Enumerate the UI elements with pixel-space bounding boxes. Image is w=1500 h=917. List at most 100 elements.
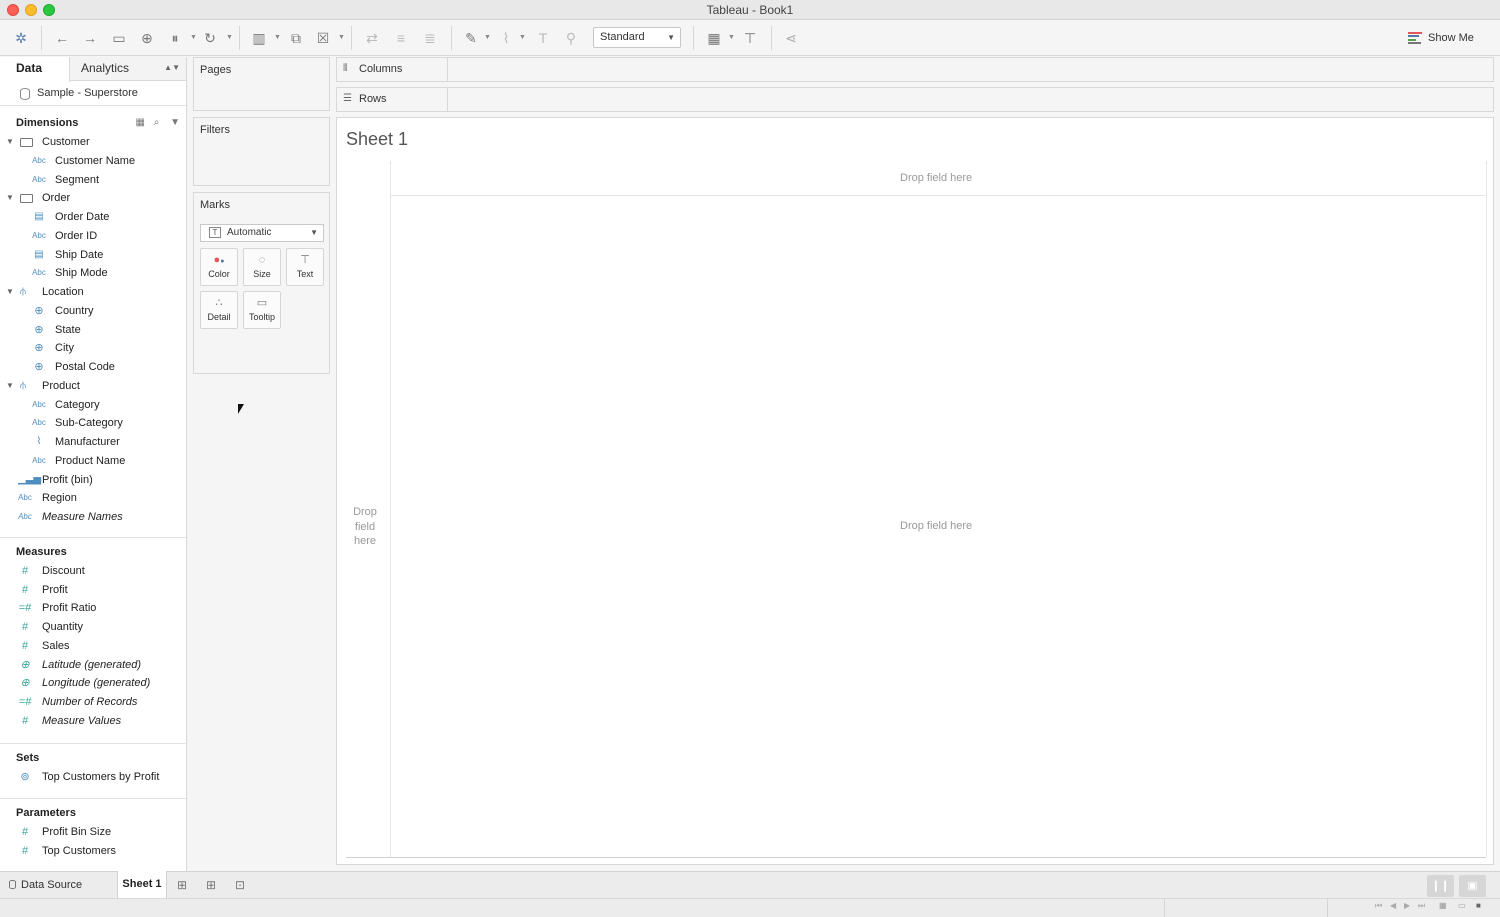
- swap-rows-columns-icon[interactable]: ⇄: [362, 28, 382, 48]
- next-sheet-icon[interactable]: ▶: [1404, 901, 1410, 910]
- presentation-mode-icon[interactable]: ⊤: [740, 28, 760, 48]
- menu-dropdown-icon[interactable]: ▼: [170, 117, 180, 128]
- close-window-button[interactable]: [7, 4, 19, 16]
- field-discount[interactable]: # Discount: [0, 562, 186, 581]
- hierarchy-product[interactable]: ▼ ⫛ Product: [0, 377, 186, 396]
- show-sheet-sorter-icon[interactable]: ▣: [1459, 875, 1486, 897]
- chevron-down-icon[interactable]: ▼: [6, 377, 14, 396]
- first-sheet-icon[interactable]: ⏮: [1375, 901, 1382, 911]
- field-profit-bin-size[interactable]: # Profit Bin Size: [0, 823, 186, 842]
- field-region[interactable]: Abc Region: [0, 489, 186, 508]
- chevron-down-icon[interactable]: ▼: [6, 133, 14, 152]
- highlight-dropdown-icon[interactable]: ▼: [484, 34, 491, 41]
- undo-icon[interactable]: ←: [52, 28, 72, 48]
- show-me-button[interactable]: Show Me: [1408, 29, 1474, 47]
- redo-icon[interactable]: →: [80, 28, 100, 48]
- folder-order[interactable]: ▼ Order: [0, 189, 186, 208]
- filters-shelf[interactable]: Filters: [193, 117, 330, 186]
- field-profit-bin[interactable]: ▁▃▅ Profit (bin): [0, 471, 186, 490]
- highlight-icon[interactable]: ✎: [461, 28, 481, 48]
- detail-button[interactable]: ∴ Detail: [200, 291, 238, 329]
- show-sheet-sorter-small-icon[interactable]: ■: [1476, 901, 1481, 910]
- sort-descending-icon[interactable]: ≣: [420, 28, 440, 48]
- show-filmstrip-icon[interactable]: ❙❙: [1427, 875, 1454, 897]
- search-icon[interactable]: ⌕: [154, 117, 160, 128]
- drop-zone-view[interactable]: Drop field here: [900, 520, 972, 532]
- drop-zone-columns[interactable]: Drop field here: [900, 172, 972, 184]
- mark-type-select[interactable]: T Automatic ▼: [200, 224, 324, 242]
- fit-select[interactable]: Standard ▼: [593, 27, 681, 48]
- field-category[interactable]: Abc Category: [0, 396, 186, 415]
- hierarchy-location[interactable]: ▼ ⫛ Location: [0, 283, 186, 302]
- show-filmstrip-small-icon[interactable]: ▭: [1458, 901, 1466, 910]
- share-icon[interactable]: ⋖: [781, 28, 801, 48]
- field-measure-values[interactable]: # Measure Values: [0, 712, 186, 731]
- group-members-icon[interactable]: ⌇: [496, 28, 516, 48]
- field-segment[interactable]: Abc Segment: [0, 171, 186, 190]
- field-profit-ratio[interactable]: =# Profit Ratio: [0, 599, 186, 618]
- field-number-of-records[interactable]: =# Number of Records: [0, 693, 186, 712]
- folder-customer[interactable]: ▼ Customer: [0, 133, 186, 152]
- pages-shelf[interactable]: Pages: [193, 57, 330, 111]
- chevron-down-icon[interactable]: ▼: [6, 283, 14, 302]
- field-ship-mode[interactable]: Abc Ship Mode: [0, 264, 186, 283]
- field-top-customers[interactable]: # Top Customers: [0, 842, 186, 861]
- clear-sheet-dropdown-icon[interactable]: ▼: [338, 34, 345, 41]
- new-story-tab-icon[interactable]: ⊡: [232, 877, 248, 893]
- field-ship-date[interactable]: ▤ Ship Date: [0, 246, 186, 265]
- field-order-date[interactable]: ▤ Order Date: [0, 208, 186, 227]
- new-worksheet-icon[interactable]: ▥: [249, 28, 269, 48]
- columns-shelf[interactable]: ⦀ Columns: [336, 57, 1494, 82]
- field-sales[interactable]: # Sales: [0, 637, 186, 656]
- tab-sheet-1[interactable]: Sheet 1: [117, 871, 167, 898]
- field-country[interactable]: ⊕ Country: [0, 302, 186, 321]
- group-dropdown-icon[interactable]: ▼: [519, 34, 526, 41]
- field-latitude-generated[interactable]: ⊕ Latitude (generated): [0, 656, 186, 675]
- sheet-title[interactable]: Sheet 1: [346, 129, 408, 150]
- zoom-window-button[interactable]: [43, 4, 55, 16]
- field-measure-names[interactable]: Abc Measure Names: [0, 508, 186, 527]
- color-button[interactable]: ●● Color: [200, 248, 238, 286]
- field-longitude-generated[interactable]: ⊕ Longitude (generated): [0, 674, 186, 693]
- field-top-customers-by-profit[interactable]: ⊚ Top Customers by Profit: [0, 768, 186, 787]
- minimize-window-button[interactable]: [25, 4, 37, 16]
- size-button[interactable]: ◌ Size: [243, 248, 281, 286]
- field-profit[interactable]: # Profit: [0, 581, 186, 600]
- text-button[interactable]: ⊤ Text: [286, 248, 324, 286]
- new-worksheet-dropdown-icon[interactable]: ▼: [274, 34, 281, 41]
- pause-updates-dropdown-icon[interactable]: ▼: [190, 34, 197, 41]
- field-order-id[interactable]: Abc Order ID: [0, 227, 186, 246]
- field-state[interactable]: ⊕ State: [0, 321, 186, 340]
- field-city[interactable]: ⊕ City: [0, 339, 186, 358]
- refresh-dropdown-icon[interactable]: ▼: [226, 34, 233, 41]
- field-manufacturer[interactable]: ⌇ Manufacturer: [0, 433, 186, 452]
- view-as-list-icon[interactable]: ▦: [135, 117, 144, 128]
- previous-sheet-icon[interactable]: ◀: [1390, 901, 1396, 910]
- field-product-name[interactable]: Abc Product Name: [0, 452, 186, 471]
- new-worksheet-tab-icon[interactable]: ⊞: [174, 877, 190, 893]
- drop-zone-rows[interactable]: Drop field here: [347, 505, 383, 549]
- duplicate-sheet-icon[interactable]: ⧉: [286, 28, 306, 48]
- data-source-item[interactable]: Sample - Superstore: [0, 81, 186, 106]
- tooltip-button[interactable]: ▭ Tooltip: [243, 291, 281, 329]
- chevron-down-icon[interactable]: ▼: [6, 189, 14, 208]
- data-source-tab[interactable]: Data Source: [0, 872, 117, 898]
- new-dashboard-tab-icon[interactable]: ⊞: [203, 877, 219, 893]
- show-cards-dropdown-icon[interactable]: ▼: [728, 34, 735, 41]
- field-customer-name[interactable]: Abc Customer Name: [0, 152, 186, 171]
- tab-analytics[interactable]: Analytics ▲▼: [70, 57, 186, 81]
- last-sheet-icon[interactable]: ⏭: [1418, 901, 1425, 911]
- save-icon[interactable]: ▭: [109, 28, 129, 48]
- refresh-icon[interactable]: ↻: [200, 28, 220, 48]
- tableau-logo-icon[interactable]: ✲: [11, 28, 31, 48]
- tab-data[interactable]: Data: [0, 57, 70, 82]
- show-cards-icon[interactable]: ▦: [704, 28, 724, 48]
- fix-axes-icon[interactable]: ⚲: [561, 28, 581, 48]
- field-postal-code[interactable]: ⊕ Postal Code: [0, 358, 186, 377]
- rows-shelf[interactable]: ☰ Rows: [336, 87, 1494, 112]
- pause-updates-icon[interactable]: ⏸: [165, 28, 185, 48]
- field-quantity[interactable]: # Quantity: [0, 618, 186, 637]
- sort-ascending-icon[interactable]: ≡: [391, 28, 411, 48]
- show-tabs-icon[interactable]: ▦: [1439, 901, 1447, 910]
- clear-sheet-icon[interactable]: ☒: [313, 28, 333, 48]
